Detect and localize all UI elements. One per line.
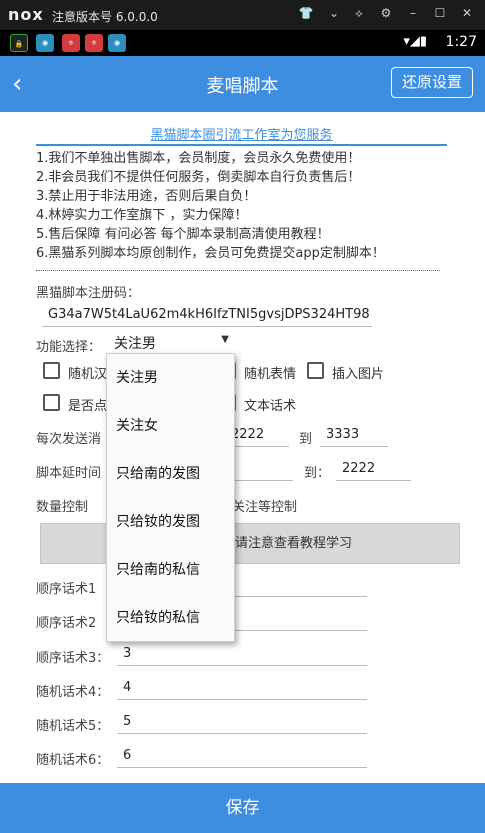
script-label: 随机话术4： — [36, 685, 110, 700]
script-label: 随机话术6： — [36, 753, 110, 768]
script-input[interactable]: 3 — [117, 644, 367, 666]
dropdown-arrow-icon: ▼ — [221, 334, 229, 345]
send-range-label: 每次发送消 — [36, 432, 102, 447]
func-select-label: 功能选择： — [36, 340, 102, 355]
banner-link[interactable]: 黑猫脚本圈引流工作室为您服务 — [36, 124, 447, 146]
status-time: 1:27 — [445, 34, 477, 50]
checkbox-label: 插入图片 — [332, 367, 385, 382]
app-bar: ‹ 麦唱脚本 还原设置 — [0, 56, 485, 112]
checkbox-whether-click[interactable] — [43, 394, 60, 411]
settings-form: 黑猫脚本圈引流工作室为您服务 1.我们不单独出售脚本，会员制度，会员永久免费使用… — [0, 112, 485, 783]
checkbox-insert-image[interactable] — [307, 362, 324, 379]
tutorial-button-label: 请注意查看教程学习 — [235, 536, 353, 551]
maximize-icon[interactable]: ☐ — [431, 6, 449, 20]
notice-line: 3.禁止用于非法用途，否则后果自负！ — [36, 189, 257, 204]
script-label: 顺序话术2 — [36, 616, 97, 631]
dropdown-option[interactable]: 只给钕的私信 — [107, 594, 234, 642]
divider — [36, 270, 440, 271]
tutorial-button[interactable]: 请注意查看教程学习 — [40, 523, 460, 564]
notice-line: 6.黑猫系列脚本均原创制作，会员可免费提交app定制脚本！ — [36, 246, 385, 261]
notice-line: 4.林婷实力工作室旗下 ，实力保障！ — [36, 208, 248, 223]
script-input[interactable]: 5 — [117, 712, 367, 734]
shirt-icon[interactable]: 👕 — [297, 6, 315, 20]
dropdown-option[interactable]: 只给南的发图 — [107, 450, 234, 498]
status-bar: 🔒 ◉ ㅎ ㅎ ◉ ▾◢▮ 1:27 — [0, 30, 485, 56]
emulator-title-bar: nox 注意版本号 6.0.0.0 👕 ⌄ ⟡ ⚙ – ☐ ✕ — [0, 0, 485, 30]
function-select-value: 关注男 — [114, 336, 156, 352]
lock-app-icon: 🔒 — [10, 34, 28, 52]
checkbox-label: 是否点 — [68, 399, 108, 414]
script-label: 随机话术5： — [36, 719, 110, 734]
script-label: 顺序话术3： — [36, 651, 110, 666]
dropdown-option[interactable]: 只给钕的发图 — [107, 498, 234, 546]
function-select[interactable]: 关注男 ▼ — [107, 332, 233, 354]
delay-to-label: 到： — [304, 466, 331, 481]
emulator-title: 注意版本号 6.0.0.0 — [52, 10, 158, 24]
delay-to-input[interactable]: 2222 — [336, 459, 411, 481]
checkbox-label: 随机汉 — [68, 367, 108, 382]
quantity-label: 数量控制 — [36, 500, 89, 515]
function-dropdown-menu: 关注男 关注女 只给南的发图 只给钕的发图 只给南的私信 只给钕的私信 — [106, 353, 235, 642]
signal-battery-icon: ▾◢▮ — [403, 34, 427, 49]
script-input[interactable]: 4 — [117, 678, 367, 700]
script-label: 顺序话术1 — [36, 582, 97, 597]
chevron-down-icon[interactable]: ⌄ — [325, 6, 343, 20]
send-range-to-label: 到 — [299, 432, 313, 447]
browser-icon: ◉ — [108, 34, 126, 52]
quantity-hint: 关注等控制 — [232, 500, 298, 515]
close-icon[interactable]: ✕ — [458, 6, 476, 20]
delay-label: 脚本延时间 — [36, 466, 102, 481]
pin-icon[interactable]: ⟡ — [350, 6, 368, 21]
delay-from-input[interactable] — [235, 459, 293, 481]
reg-code-input[interactable]: G34a7W5t4LaU62m4kH6IfzTNI5gvsjDPS324HT98 — [42, 305, 372, 327]
checkbox-random-chinese[interactable] — [43, 362, 60, 379]
dropdown-option[interactable]: 关注男 — [107, 354, 234, 402]
dropdown-option[interactable]: 关注女 — [107, 402, 234, 450]
notice-line: 2.非会员我们不提供任何服务，倒卖脚本自行负责售后！ — [36, 170, 361, 185]
nox-logo: nox — [8, 5, 44, 24]
reg-code-label: 黑猫脚本注册码： — [36, 286, 141, 301]
gear-icon[interactable]: ⚙ — [377, 6, 395, 20]
minimize-icon[interactable]: – — [404, 6, 422, 20]
dropdown-option[interactable]: 只给南的私信 — [107, 546, 234, 594]
red-app-icon: ㅎ — [62, 34, 80, 52]
notice-line: 5.售后保障 有问必答 每个脚本录制高清使用教程！ — [36, 227, 330, 242]
notice-list: 1.我们不单独出售脚本，会员制度，会员永久免费使用！ 2.非会员我们不提供任何服… — [36, 147, 456, 261]
checkbox-label: 随机表情 — [244, 367, 297, 382]
send-range-to-input[interactable]: 3333 — [320, 425, 388, 447]
script-input[interactable]: 6 — [117, 746, 367, 768]
red-app-icon: ㅎ — [85, 34, 103, 52]
checkbox-label: 文本话术 — [244, 399, 297, 414]
save-button[interactable]: 保存 — [0, 783, 485, 833]
restore-settings-button[interactable]: 还原设置 — [390, 67, 473, 98]
browser-icon: ◉ — [36, 34, 54, 52]
notice-line: 1.我们不单独出售脚本，会员制度，会员永久免费使用！ — [36, 151, 361, 166]
